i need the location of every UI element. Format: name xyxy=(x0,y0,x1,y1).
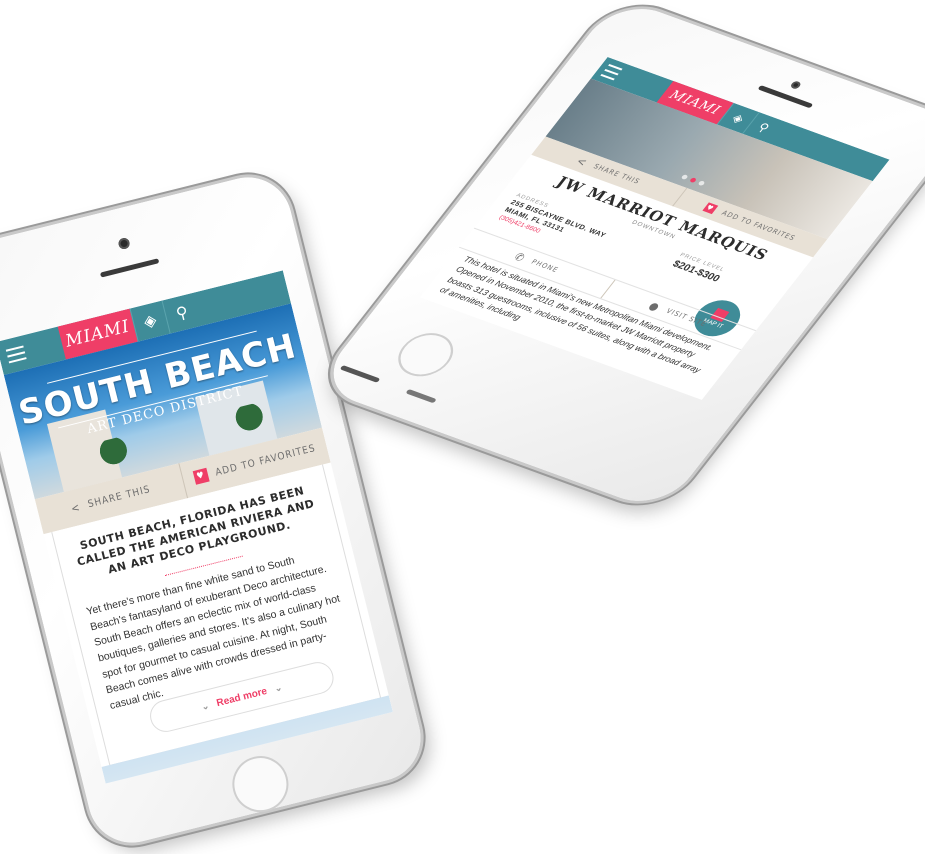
read-more-label: Read more xyxy=(215,685,268,708)
share-icon: < xyxy=(574,155,591,169)
lightning-port xyxy=(405,389,436,403)
visit-link-label: VISIT SITE xyxy=(664,307,708,328)
bottom-speaker-grille xyxy=(340,365,381,383)
earpiece-speaker xyxy=(100,258,159,277)
heart-icon: ♥ xyxy=(192,468,209,485)
price-block: PRICE LEVEL $201-$300 xyxy=(656,252,727,302)
heart-icon: ♥ xyxy=(702,202,718,214)
left-screen: MIAMI ◈ ⚲ SOUTH BEACH ART DECO DISTRICT … xyxy=(0,270,393,783)
share-icon: < xyxy=(70,500,82,515)
share-label: SHARE THIS xyxy=(87,484,152,510)
phone-icon: ✆ xyxy=(512,250,529,264)
phone-link-label: PHONE xyxy=(530,258,561,274)
phone-right: MIAMI ◈ ⚲ < SHARE THIS ♥ ADD TO FAVORITE… xyxy=(314,0,925,513)
home-button[interactable] xyxy=(226,750,294,818)
chevron-down-icon: ⌄ xyxy=(200,700,210,712)
home-button[interactable] xyxy=(388,327,464,383)
chevron-down-icon: ⌄ xyxy=(273,682,283,694)
phone-left: MIAMI ◈ ⚲ SOUTH BEACH ART DECO DISTRICT … xyxy=(0,168,430,852)
location-icon: ● xyxy=(646,299,663,313)
right-screen: MIAMI ◈ ⚲ < SHARE THIS ♥ ADD TO FAVORITE… xyxy=(420,57,890,400)
earpiece-speaker xyxy=(757,85,813,108)
front-camera xyxy=(789,80,802,89)
front-camera xyxy=(117,237,130,250)
